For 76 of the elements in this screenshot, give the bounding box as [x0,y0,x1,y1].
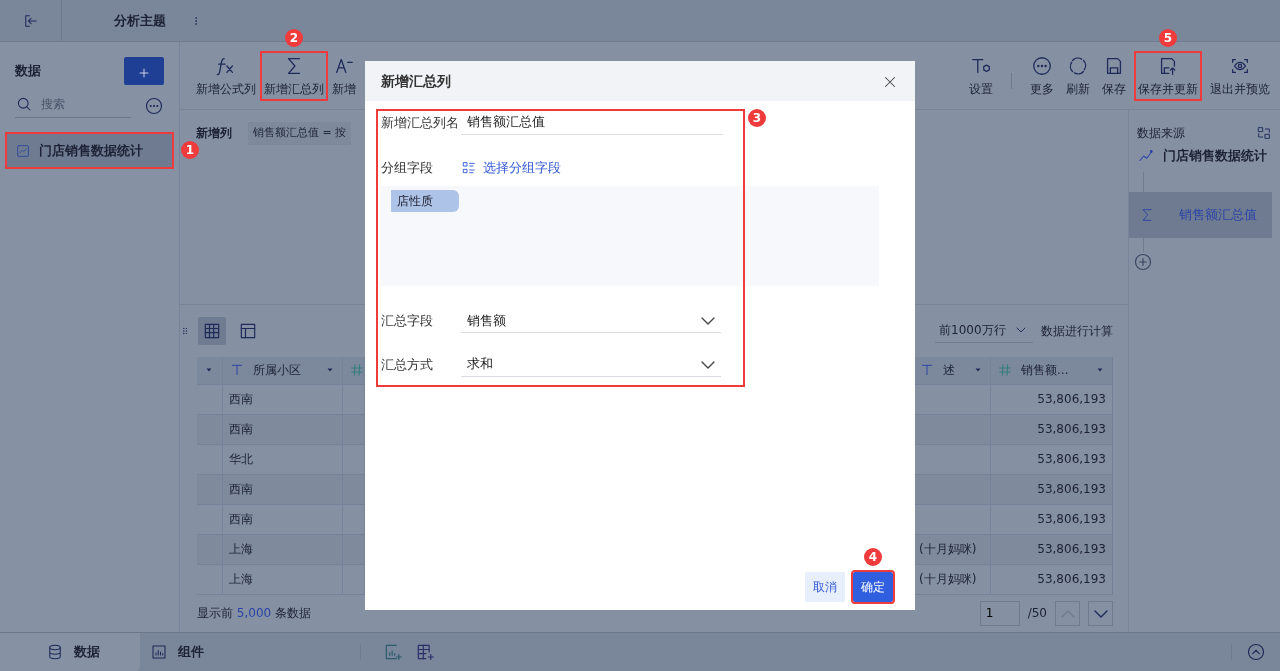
sidebar-title: 数据 [15,62,41,81]
column-header-label: 销售额... [1021,362,1069,379]
sigma-icon [1139,206,1155,223]
search-field[interactable]: 搜索 [15,93,131,118]
table-cell: 上海 [223,564,343,595]
bottom-tab[interactable]: 数据 [0,632,140,671]
toolbar-button[interactable]: 新增公式列 [194,52,258,99]
hash-icon [349,362,365,378]
table-cell [343,474,365,505]
table-cell [343,414,365,445]
step-number-badge: 3 [748,109,766,127]
table-cell: 西南 [223,384,343,415]
hash-icon [997,362,1013,378]
add-button[interactable] [124,57,164,85]
page-field[interactable]: 1 [979,600,1020,626]
field-label: 汇总字段 [381,312,434,330]
ellipsis-icon [1031,54,1053,77]
row-limit-select[interactable]: 前1000万行 [935,318,1033,343]
table-cell: 53,806,193 [991,384,1113,415]
bottom-tab[interactable]: 组件 [140,632,360,671]
table-plus-icon [415,642,435,662]
toolbar-note: 数据进行计算 [1041,322,1113,340]
chevron-up-circle-icon [1246,642,1266,662]
panel-title: 数据来源 [1137,125,1185,142]
select-group-link[interactable]: 选择分组字段 [461,158,561,178]
toolbar-button[interactable]: 设置 [967,52,995,99]
table-cell [343,534,365,565]
table-cell: 53,806,193 [991,414,1113,445]
cancel-button[interactable]: 取消 [805,572,845,602]
toolbar-button[interactable]: 刷新 [1064,52,1092,99]
view-toggle[interactable] [198,316,226,345]
field-label: 分组字段 [381,158,434,177]
table-cell: 53,806,193 [991,564,1113,595]
formula-chip: 销售额汇总值 = 按 [248,122,352,145]
plus-circle-icon [1133,251,1153,272]
table-cell: 西南 [223,504,343,535]
chevron-down-icon [1093,609,1108,618]
field-label: 新增汇总列名 [381,113,460,132]
table-cell: 华北 [223,444,343,475]
field-tag: 店性质 [391,189,459,212]
toolbar-button[interactable]: 退出并预览 [1208,52,1272,99]
table-cell: 西南 [223,474,343,505]
data-source-name: 门店销售数据统计 [1163,147,1267,165]
toolbar-button[interactable]: 更多 [1028,52,1056,99]
table-cell: 西南 [223,414,343,445]
chevron-down-icon [701,360,715,369]
refresh-icon [1067,54,1089,77]
chart-plus-icon [383,642,403,662]
database-icon [46,643,64,661]
table-cell: 53,806,193 [991,534,1113,565]
table-cell: 上海 [223,534,343,565]
section-label: 新增列 [196,125,232,143]
chevron-down-icon [701,316,715,325]
page-total: /50 [1027,605,1047,622]
step-number-badge: 1 [181,141,199,159]
toolbar-button[interactable]: 新增 [330,52,358,99]
toolbar-button[interactable]: 保存 [1100,52,1128,99]
table-cell: 53,806,193 [991,474,1113,505]
step-number-badge: 4 [864,548,882,566]
table-cell: 53,806,193 [991,504,1113,535]
column-header-label: 述 [943,362,955,379]
line-chart-icon [15,142,31,159]
table-cell: (十月妈咪) [913,534,991,565]
text-type-icon [229,362,245,378]
field-label: 汇总方式 [381,355,434,374]
switch-icon [1256,125,1272,141]
record-count-text: 显示前 5,000 条数据 [197,605,311,622]
column-header-label: 所属小区 [253,362,301,379]
chart-icon [150,643,168,661]
table-cell: 53,806,193 [991,444,1113,475]
ellipsis-icon [144,95,164,116]
dialog-title: 新增汇总列 [381,71,451,91]
add-step-button[interactable] [1133,251,1153,272]
app-title: 分析主题 [113,11,166,30]
next-page-button[interactable] [1088,600,1113,626]
text-type-icon [919,362,935,378]
